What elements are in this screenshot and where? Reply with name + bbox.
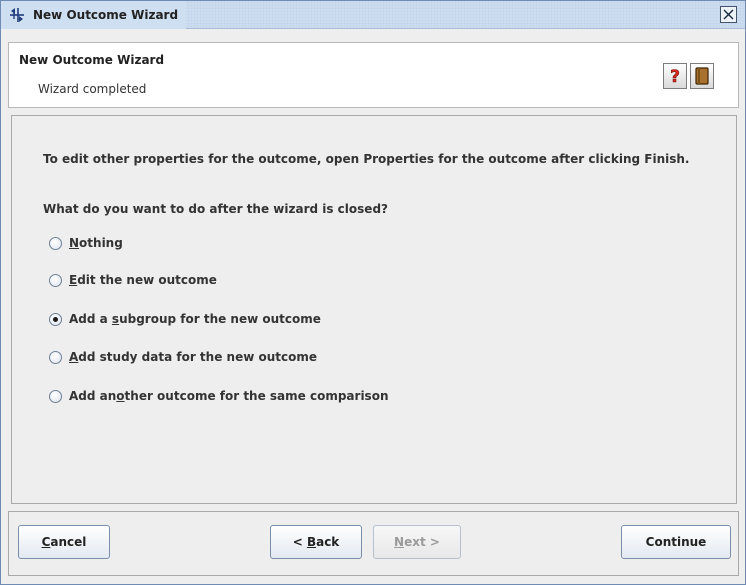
book-icon [695, 67, 709, 85]
question-text: What do you want to do after the wizard … [43, 202, 388, 216]
continue-button[interactable]: Continue [621, 525, 731, 559]
option-edit-outcome[interactable]: Edit the new outcome [49, 271, 217, 289]
outcome-wizard-app-icon [10, 8, 24, 22]
instruction-text: To edit other properties for the outcome… [43, 152, 690, 166]
radio-button[interactable] [49, 350, 62, 364]
button-bar: Cancel < Back Next > Continue [8, 511, 739, 576]
window-close-button[interactable] [720, 6, 737, 23]
option-add-study-data[interactable]: Add study data for the new outcome [49, 348, 317, 366]
help-question-icon: ? [670, 67, 680, 85]
option-label: Nothing [69, 236, 123, 250]
title-group: New Outcome Wizard [1, 1, 187, 29]
manual-button[interactable] [690, 63, 714, 89]
option-label: Add study data for the new outcome [69, 350, 317, 364]
radio-button-selected[interactable] [49, 312, 62, 326]
next-button: Next > [373, 525, 461, 559]
wizard-window: New Outcome Wizard New Outcome Wizard Wi… [0, 0, 746, 585]
option-label: Add another outcome for the same compari… [69, 389, 389, 403]
cancel-button[interactable]: Cancel [18, 525, 110, 559]
wizard-header: New Outcome Wizard Wizard completed ? [8, 42, 739, 108]
radio-button[interactable] [49, 273, 62, 287]
svg-text:?: ? [670, 67, 680, 85]
option-add-another-outcome[interactable]: Add another outcome for the same compari… [49, 387, 389, 405]
wizard-content: To edit other properties for the outcome… [11, 115, 737, 504]
option-nothing[interactable]: Nothing [49, 234, 123, 252]
header-subtitle: Wizard completed [38, 82, 147, 96]
option-label: Edit the new outcome [69, 273, 217, 287]
back-button[interactable]: < Back [270, 525, 362, 559]
title-bar[interactable]: New Outcome Wizard [1, 1, 745, 29]
window-title: New Outcome Wizard [33, 8, 179, 22]
option-label: Add a subgroup for the new outcome [69, 312, 321, 326]
radio-button[interactable] [49, 236, 62, 250]
header-title: New Outcome Wizard [19, 53, 165, 67]
option-add-subgroup[interactable]: Add a subgroup for the new outcome [49, 310, 321, 328]
help-button[interactable]: ? [663, 63, 687, 89]
radio-button[interactable] [49, 389, 62, 403]
close-icon [723, 9, 734, 20]
